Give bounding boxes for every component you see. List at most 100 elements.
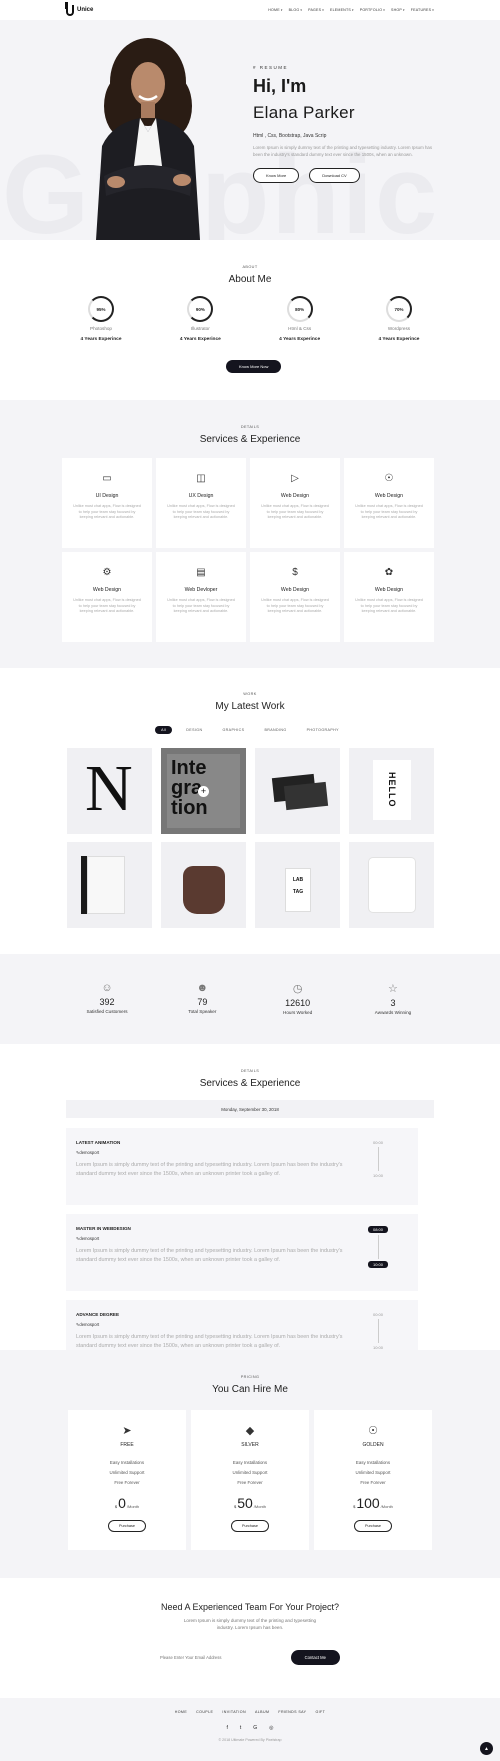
portfolio-item[interactable] xyxy=(255,748,340,834)
pricing-card-silver: ◆ SILVER Easy Installations Unlimited Su… xyxy=(191,1410,309,1550)
plan-currency: $ xyxy=(353,1504,356,1509)
skill-list: 95% Photoshop 4 Years Experince 90% Illu… xyxy=(61,296,439,342)
pricing-title: You Can Hire Me xyxy=(212,1384,288,1395)
poster-line-1: Inte xyxy=(171,757,207,779)
plan-amount: 100 xyxy=(356,1495,380,1511)
service-title: Web Design xyxy=(374,493,404,499)
counter-label: Satisfied Customers xyxy=(86,1009,128,1014)
download-cv-button[interactable]: Download CV xyxy=(309,168,360,184)
nav-shop[interactable]: SHOP xyxy=(391,8,405,12)
layers-icon: ◫ xyxy=(196,473,206,484)
service-card[interactable]: ✿ Web Design Unlike most chat apps, Flow… xyxy=(344,552,434,642)
filter-photography[interactable]: PHOTOGRAPHY xyxy=(301,726,345,734)
filter-design[interactable]: DESIGN xyxy=(180,726,208,734)
plus-icon[interactable]: + xyxy=(198,786,209,797)
portfolio-item[interactable] xyxy=(67,842,152,928)
filter-branding[interactable]: BRANDING xyxy=(258,726,292,734)
footer-link-album[interactable]: ALBUM xyxy=(255,1710,269,1714)
filter-graphics[interactable]: GRAPHICS xyxy=(216,726,250,734)
instagram-icon[interactable]: ◎ xyxy=(269,1725,273,1731)
nav-pages[interactable]: PAGES xyxy=(308,8,324,12)
purchase-button[interactable]: Purchase xyxy=(230,1520,270,1532)
nav-blog[interactable]: BLOG xyxy=(289,8,303,12)
service-description: Unlike most chat apps, Flow is designed … xyxy=(261,598,329,614)
hello-poster: HELLO xyxy=(373,760,411,820)
timeline-connector xyxy=(377,1235,379,1259)
know-more-button[interactable]: Know More xyxy=(253,168,300,184)
top-navbar: Unice HOME BLOG PAGES ELEMENTS PORTFOLIO… xyxy=(0,0,500,20)
know-more-now-button[interactable]: Know More Now xyxy=(226,360,282,373)
timeline-card-author: demosport xyxy=(76,1322,408,1327)
service-card[interactable]: ◫ UX Design Unlike most chat apps, Flow … xyxy=(156,458,246,548)
scroll-to-top-button[interactable]: ▲ xyxy=(480,1742,493,1755)
hero-skill-list: Html , Css, Bootstrap, Java Scrip xyxy=(253,133,327,139)
about-title: About Me xyxy=(228,274,272,285)
work-title: My Latest Work xyxy=(215,701,285,712)
service-title: Web Design xyxy=(280,587,310,593)
services-grid: ▭ UI Design Unlike most chat apps, Flow … xyxy=(62,458,434,642)
experience-timeline-section: DETAILS Services & Experience Monday, Se… xyxy=(0,1044,500,1350)
service-card[interactable]: ▭ UI Design Unlike most chat apps, Flow … xyxy=(62,458,152,548)
portfolio-item[interactable]: Inte gra tion + xyxy=(161,748,246,834)
plan-feature: Easy Installations xyxy=(355,1460,391,1465)
plan-price: $ 100 /Month xyxy=(314,1495,432,1511)
timeline-kicker: DETAILS xyxy=(240,1069,260,1073)
service-card[interactable]: $ Web Design Unlike most chat apps, Flow… xyxy=(250,552,340,642)
filter-all[interactable]: All xyxy=(155,726,173,734)
footer-link-gift[interactable]: GIFT xyxy=(315,1710,325,1714)
timeline-connector xyxy=(377,1147,379,1171)
google-icon[interactable]: G xyxy=(253,1725,257,1731)
portfolio-item[interactable]: N xyxy=(67,748,152,834)
contact-me-button[interactable]: Contact Me xyxy=(290,1650,340,1665)
nav-elements[interactable]: ELEMENTS xyxy=(330,8,354,12)
service-card[interactable]: ▤ Web Devloper Unlike most chat apps, Fl… xyxy=(156,552,246,642)
twitter-icon[interactable]: t xyxy=(240,1725,241,1731)
timeline-card-author: demosport xyxy=(76,1150,408,1155)
rocket-icon: ➤ xyxy=(122,1425,132,1437)
service-card[interactable]: ☉ Web Design Unlike most chat apps, Flow… xyxy=(344,458,434,548)
footer-link-home[interactable]: HOME xyxy=(175,1710,187,1714)
pouch-bag xyxy=(183,866,225,914)
service-description: Unlike most chat apps, Flow is designed … xyxy=(167,504,235,520)
letter-n-artwork: N xyxy=(85,752,133,825)
footer-link-invitation[interactable]: INVITATION xyxy=(222,1710,246,1714)
tag-text-1: LAB xyxy=(292,877,304,883)
timeline-start-time: 00:00 xyxy=(372,1140,383,1145)
facebook-icon[interactable]: f xyxy=(226,1725,227,1731)
service-card[interactable]: ▷ Web Design Unlike most chat apps, Flow… xyxy=(250,458,340,548)
footer-link-couple[interactable]: COUPLE xyxy=(196,1710,213,1714)
contact-cta-section: Need A Experienced Team For Your Project… xyxy=(0,1578,500,1698)
skill-item: 80% Html & Css 4 Years Experince xyxy=(260,296,340,342)
book-mockup xyxy=(87,856,125,914)
tag-label: LAB TAG xyxy=(285,868,311,912)
portfolio-item[interactable]: HELLO xyxy=(349,748,434,834)
award-icon: ☉ xyxy=(384,473,394,484)
nav-portfolio[interactable]: PORTFOLIO xyxy=(360,8,385,12)
timeline-card: ADVANCE DEGREE demosport Lorem Ipsum is … xyxy=(66,1300,418,1350)
nav-features[interactable]: FEATURES xyxy=(411,8,434,12)
purchase-button[interactable]: Purchase xyxy=(353,1520,393,1532)
nav-home[interactable]: HOME xyxy=(268,8,282,12)
portfolio-item[interactable] xyxy=(349,842,434,928)
tshirt-mockup xyxy=(369,858,415,912)
timeline-end-time: 10:00 xyxy=(372,1173,383,1178)
purchase-button[interactable]: Purchase xyxy=(107,1520,147,1532)
poster-line-3: tion xyxy=(171,797,208,819)
portfolio-item[interactable]: LAB TAG xyxy=(255,842,340,928)
plan-period: /Month xyxy=(253,1504,267,1509)
logo[interactable]: Unice xyxy=(65,1,93,16)
footer-link-friends-say[interactable]: FRIENDS SAY xyxy=(278,1710,306,1714)
cta-title: Need A Experienced Team For Your Project… xyxy=(161,1602,339,1612)
plan-currency: $ xyxy=(233,1504,237,1509)
timeline-card-description: Lorem Ipsum is simply dummy text of the … xyxy=(76,1162,343,1177)
portfolio-item[interactable] xyxy=(161,842,246,928)
timeline-end-time: 10:00 xyxy=(368,1261,388,1268)
main-nav: HOME BLOG PAGES ELEMENTS PORTFOLIO SHOP … xyxy=(268,8,434,12)
skill-experience: 4 Years Experince xyxy=(179,337,221,342)
service-title: Web Devloper xyxy=(184,587,218,593)
email-input[interactable] xyxy=(160,1650,270,1665)
pricing-kicker: PRICING xyxy=(240,1375,260,1379)
skill-ring: 80% xyxy=(286,296,313,322)
service-card[interactable]: ⚙ Web Design Unlike most chat apps, Flow… xyxy=(62,552,152,642)
service-description: Unlike most chat apps, Flow is designed … xyxy=(355,504,423,520)
